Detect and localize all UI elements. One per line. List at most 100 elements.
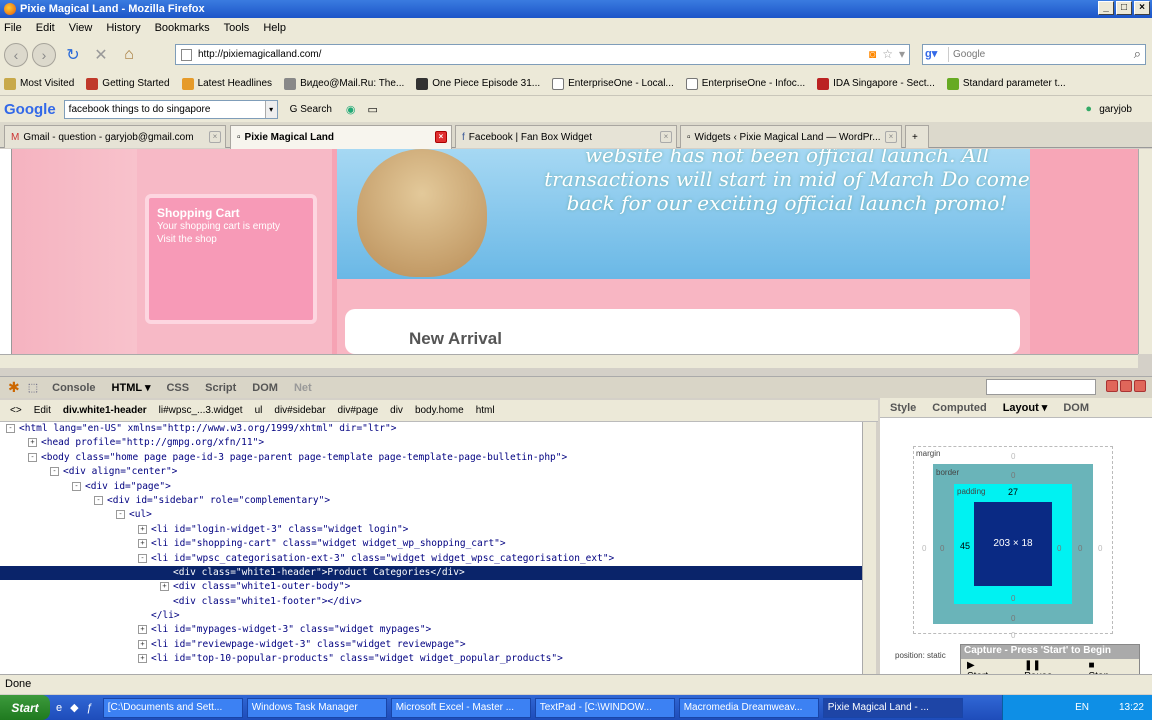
bookmark-item[interactable]: EnterpriseOne - Infoc... bbox=[685, 77, 805, 90]
close-tab-icon[interactable]: × bbox=[660, 131, 672, 143]
taskbar-item[interactable]: [C:\Documents and Sett... bbox=[102, 697, 243, 718]
close-button[interactable]: × bbox=[1134, 1, 1150, 15]
bookmark-item[interactable]: Standard parameter t... bbox=[946, 77, 1066, 90]
tab-pixie[interactable]: ▫ Pixie Magical Land × bbox=[230, 125, 452, 149]
edit-button[interactable]: Edit bbox=[34, 405, 51, 416]
tree-node[interactable]: - <body class="home page page-id-3 page-p… bbox=[0, 451, 862, 465]
firebug-detach-icon[interactable] bbox=[1120, 380, 1132, 392]
forward-icon[interactable]: › bbox=[32, 43, 56, 67]
visit-shop-link[interactable]: Visit the shop bbox=[157, 233, 305, 246]
bookmark-item[interactable]: EnterpriseOne - Local... bbox=[552, 77, 674, 90]
close-tab-icon[interactable]: × bbox=[209, 131, 221, 143]
bookmark-item[interactable]: Latest Headlines bbox=[181, 77, 272, 90]
expand-icon[interactable]: + bbox=[160, 582, 169, 592]
padding-right-value[interactable]: 0 bbox=[1057, 544, 1061, 553]
search-icon[interactable]: ⌕ bbox=[1134, 46, 1141, 62]
breadcrumb-item[interactable]: li#wpsc_...3.widget bbox=[159, 405, 243, 416]
collapse-icon[interactable]: - bbox=[116, 510, 125, 520]
expand-icon[interactable]: + bbox=[28, 438, 37, 448]
star-icon[interactable]: ☆ bbox=[882, 47, 893, 61]
tab-dom-side[interactable]: DOM bbox=[1063, 402, 1089, 414]
tree-node[interactable]: + <li id="reviewpage-widget-3" class="wid… bbox=[0, 638, 862, 652]
tree-node[interactable]: - <li id="wpsc_categorisation-ext-3" clas… bbox=[0, 552, 862, 566]
breadcrumb-item[interactable]: div#page bbox=[338, 405, 379, 416]
tree-node[interactable]: - <div id="sidebar" role="complementary"> bbox=[0, 494, 862, 508]
tab-console[interactable]: Console bbox=[52, 382, 95, 394]
google-search-button[interactable]: G Search bbox=[290, 104, 332, 115]
language-indicator[interactable]: EN bbox=[1075, 702, 1089, 713]
google-user[interactable]: garyjob bbox=[1099, 104, 1132, 115]
expand-icon[interactable]: + bbox=[138, 654, 147, 664]
tree-node[interactable]: </li> bbox=[0, 609, 862, 623]
bookmark-item[interactable]: One Piece Episode 31... bbox=[416, 77, 540, 90]
menu-help[interactable]: Help bbox=[263, 22, 286, 34]
expand-icon[interactable]: + bbox=[138, 524, 147, 534]
taskbar-item[interactable]: Macromedia Dreamweav... bbox=[678, 697, 819, 718]
tree-scrollbar[interactable] bbox=[862, 422, 876, 674]
tab-gmail[interactable]: M Gmail - question - garyjob@gmail.com × bbox=[4, 125, 226, 148]
ie-icon[interactable]: e bbox=[56, 702, 62, 714]
taskbar-item[interactable]: Microsoft Excel - Master ... bbox=[390, 697, 531, 718]
tree-node[interactable]: + <li id="mypages-widget-3" class="widget… bbox=[0, 623, 862, 637]
collapse-icon[interactable]: - bbox=[72, 481, 81, 491]
border-bottom-value[interactable]: 0 bbox=[1011, 614, 1015, 623]
quicklaunch-icon[interactable]: ◆ bbox=[70, 701, 78, 714]
taskbar-item[interactable]: Windows Task Manager bbox=[246, 697, 387, 718]
tab-css[interactable]: CSS bbox=[166, 382, 189, 394]
expand-icon[interactable]: + bbox=[138, 625, 147, 635]
border-left-value[interactable]: 0 bbox=[940, 544, 944, 553]
menu-history[interactable]: History bbox=[106, 22, 140, 34]
margin-right-value[interactable]: 0 bbox=[1098, 544, 1102, 553]
breadcrumb-item[interactable]: ul bbox=[255, 405, 263, 416]
breadcrumb-item[interactable]: div bbox=[390, 405, 403, 416]
collapse-icon[interactable]: - bbox=[138, 553, 147, 563]
breadcrumb-item[interactable]: html bbox=[476, 405, 495, 416]
tree-node[interactable]: + <div class="white1-outer-body"> bbox=[0, 580, 862, 594]
padding-bottom-value[interactable]: 0 bbox=[1011, 594, 1015, 603]
menu-bookmarks[interactable]: Bookmarks bbox=[155, 22, 210, 34]
tab-net[interactable]: Net bbox=[294, 382, 312, 394]
margin-left-value[interactable]: 0 bbox=[922, 544, 926, 553]
firebug-search-input[interactable] bbox=[986, 379, 1096, 395]
rss-icon[interactable]: ◙ bbox=[869, 47, 876, 61]
menu-tools[interactable]: Tools bbox=[224, 22, 250, 34]
taskbar-item-active[interactable]: Pixie Magical Land - ... bbox=[822, 697, 963, 718]
margin-bottom-value[interactable]: 0 bbox=[1011, 631, 1015, 640]
tab-html[interactable]: HTML ▾ bbox=[112, 381, 151, 394]
tab-widgets[interactable]: ▫ Widgets ‹ Pixie Magical Land — WordPr..… bbox=[680, 125, 902, 148]
collapse-icon[interactable]: - bbox=[28, 452, 37, 462]
tree-node[interactable]: + <li id="login-widget-3" class="widget l… bbox=[0, 523, 862, 537]
google-engine-icon[interactable]: g▾ bbox=[925, 47, 949, 62]
tab-dom[interactable]: DOM bbox=[252, 382, 278, 394]
tree-node[interactable]: + <head profile="http://gmpg.org/xfn/11"> bbox=[0, 436, 862, 450]
bookmark-item[interactable]: Видео@Mail.Ru: The... bbox=[284, 77, 404, 90]
page-horizontal-scrollbar[interactable] bbox=[0, 354, 1138, 368]
firebug-minimize-icon[interactable] bbox=[1106, 380, 1118, 392]
tab-script[interactable]: Script bbox=[205, 382, 236, 394]
tree-node-selected[interactable]: <div class="white1-header">Product Categ… bbox=[0, 565, 862, 581]
url-bar[interactable]: http://pixiemagicalland.com/ ◙ ☆ ▾ bbox=[175, 44, 910, 65]
taskbar-item[interactable]: TextPad - [C:\WINDOW... bbox=[534, 697, 675, 718]
bookmark-item[interactable]: Most Visited bbox=[4, 77, 74, 90]
menu-view[interactable]: View bbox=[69, 22, 93, 34]
padding-top-value[interactable]: 27 bbox=[1008, 487, 1018, 497]
dropdown-icon[interactable]: ▾ bbox=[899, 47, 905, 61]
tree-node[interactable]: - <div align="center"> bbox=[0, 465, 862, 479]
search-input[interactable]: g▾ Google ⌕ bbox=[922, 44, 1146, 65]
new-tab-button[interactable]: + bbox=[905, 125, 929, 148]
inspect-icon[interactable]: ⬚ bbox=[28, 381, 38, 394]
minimize-button[interactable]: _ bbox=[1098, 1, 1114, 15]
toolbar-button-icon[interactable]: ▭ bbox=[368, 103, 378, 116]
close-tab-icon[interactable]: × bbox=[435, 131, 447, 143]
menu-file[interactable]: File bbox=[4, 22, 22, 34]
breadcrumb-item[interactable]: body.home bbox=[415, 405, 464, 416]
firebug-close-icon[interactable] bbox=[1134, 380, 1146, 392]
margin-top-value[interactable]: 0 bbox=[1011, 452, 1015, 461]
tree-node[interactable]: - <div id="page"> bbox=[0, 480, 862, 494]
reload-icon[interactable]: ↻ bbox=[62, 44, 84, 66]
start-button[interactable]: Start bbox=[0, 695, 50, 720]
tree-node[interactable]: + <li id="top-10-popular-products" class=… bbox=[0, 652, 862, 666]
globe-icon[interactable]: ◉ bbox=[346, 103, 356, 116]
back-icon[interactable]: ‹ bbox=[4, 43, 28, 67]
tree-node[interactable]: <div class="white1-footer"></div> bbox=[0, 595, 862, 609]
